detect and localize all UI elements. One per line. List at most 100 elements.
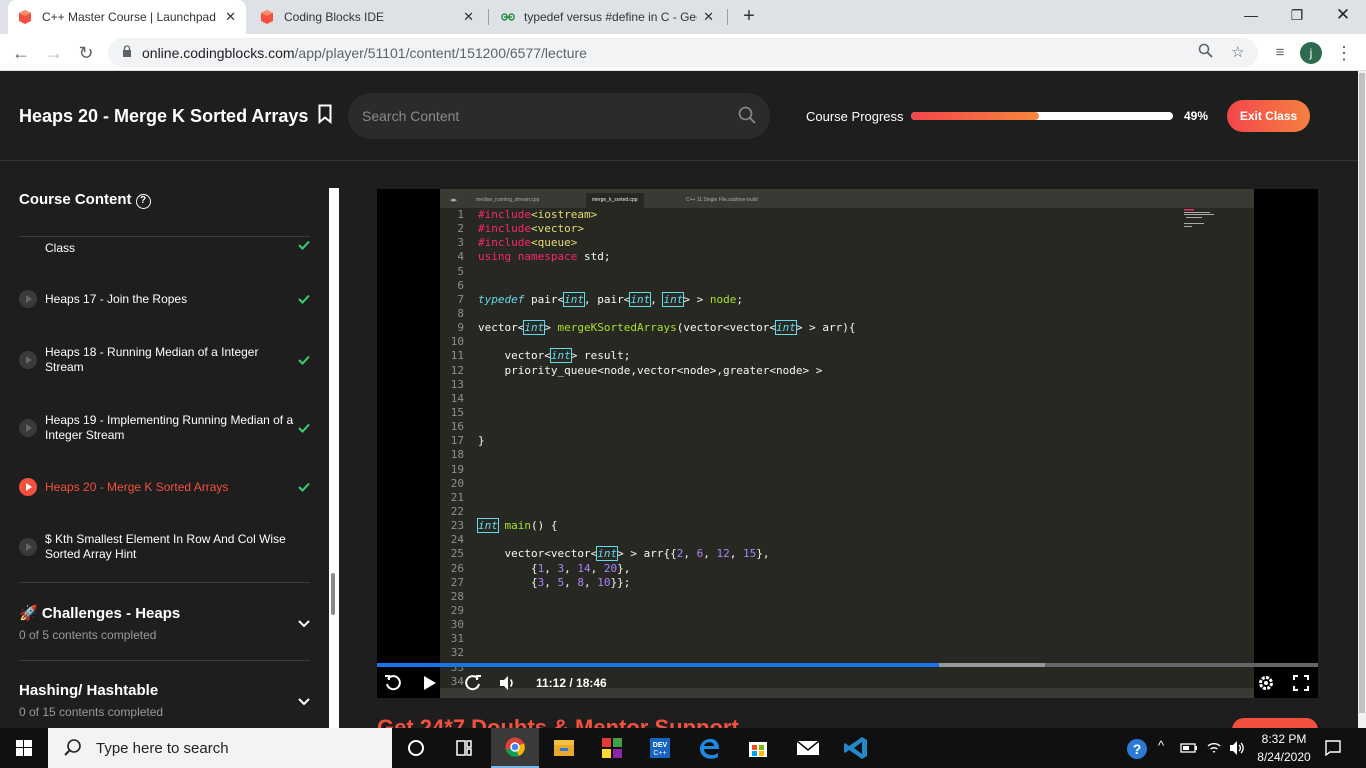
help-tray-icon[interactable]: ? [1126, 738, 1148, 760]
chevron-up-icon[interactable]: ^ [1158, 738, 1164, 753]
maximize-button[interactable]: ❐ [1274, 0, 1320, 30]
code-line: 17} [440, 434, 1254, 448]
exit-class-button[interactable]: Exit Class [1227, 100, 1310, 132]
edge-icon[interactable] [686, 728, 734, 768]
lesson-item[interactable]: $ Kth Smallest Element In Row And Col Wi… [19, 532, 311, 562]
check-icon [298, 240, 310, 250]
lesson-label: Class [45, 240, 76, 255]
line-number: 28 [450, 589, 464, 603]
profile-avatar[interactable]: j [1300, 42, 1322, 64]
clock-time: 8:32 PM [1261, 732, 1307, 746]
menu-dots-icon[interactable]: ⋮ [1332, 41, 1356, 65]
browser-tab-launchpad[interactable]: C++ Master Course | Launchpad ✕ [8, 0, 246, 34]
play-icon [19, 290, 37, 308]
line-number: 16 [450, 420, 464, 434]
minimize-button[interactable]: — [1228, 0, 1274, 30]
browser-tab-gfg[interactable]: typedef versus #define in C - Gee ✕ [490, 0, 724, 34]
volume-tray-icon[interactable] [1228, 740, 1246, 756]
codingblocks-icon [18, 10, 32, 24]
line-number: 15 [450, 405, 464, 419]
reload-icon[interactable]: ↻ [74, 41, 98, 65]
bookmark-star-icon[interactable]: ☆ [1231, 43, 1244, 61]
chevron-down-icon[interactable] [297, 616, 311, 630]
section-hashing[interactable]: Hashing/ Hashtable 0 of 15 contents comp… [19, 682, 311, 722]
file-explorer-icon[interactable] [540, 728, 588, 768]
back-arrow-icon[interactable]: ← [9, 41, 33, 65]
cortana-icon[interactable] [392, 728, 440, 768]
code-line: 25 vector<vector<int> > arr{{2, 6, 12, 1… [440, 546, 1254, 562]
lesson-item[interactable]: Class [19, 234, 311, 256]
code-line: 13 [440, 378, 1254, 392]
line-number: 17 [450, 434, 464, 448]
address-bar[interactable]: online.codingblocks.com/app/player/51101… [108, 38, 1258, 67]
line-number: 6 [457, 278, 464, 292]
lesson-item-active[interactable]: Heaps 20 - Merge K Sorted Arrays [19, 477, 311, 497]
code-text: } [478, 434, 485, 448]
chrome-icon[interactable] [491, 728, 539, 768]
code-line: 28 [440, 590, 1254, 604]
browser-tab-ide[interactable]: Coding Blocks IDE ✕ [250, 0, 484, 34]
line-number: 2 [457, 222, 464, 236]
help-icon[interactable]: ? [135, 194, 151, 209]
notifications-icon[interactable] [1324, 739, 1342, 757]
scrollbar-thumb[interactable] [331, 573, 335, 615]
forward-arrow-icon[interactable]: → [42, 41, 66, 65]
zoom-icon[interactable] [1198, 43, 1213, 62]
line-number: 23 [450, 519, 464, 533]
vscode-icon[interactable] [832, 728, 880, 768]
play-icon [19, 351, 37, 369]
page-scrollbar[interactable] [1358, 71, 1366, 728]
check-icon [298, 294, 310, 304]
wifi-icon[interactable] [1206, 740, 1222, 756]
section-challenges-heaps[interactable]: 🚀 Challenges - Heaps 0 of 5 contents com… [19, 604, 311, 644]
code-line: 14 [440, 392, 1254, 406]
volume-icon[interactable] [497, 673, 517, 693]
close-icon[interactable]: ✕ [703, 9, 714, 25]
bookmark-icon[interactable] [318, 104, 332, 125]
new-tab-button[interactable]: + [738, 5, 760, 27]
system-clock[interactable]: 8:32 PM 8/24/2020 [1248, 730, 1320, 766]
line-number: 25 [450, 547, 464, 561]
lesson-item[interactable]: Heaps 17 - Join the Ropes [19, 289, 311, 309]
code-line: 2 #include<vector> [440, 222, 1254, 236]
code-line: 15 [440, 406, 1254, 420]
video-time: 11:12 / 18:46 [536, 676, 607, 690]
window-close-button[interactable]: ✕ [1320, 0, 1366, 30]
play-icon[interactable] [419, 673, 439, 693]
reading-list-icon[interactable]: ≡ [1268, 41, 1292, 65]
battery-icon[interactable] [1180, 741, 1198, 755]
close-icon[interactable]: ✕ [463, 9, 474, 25]
course-progress-fill [911, 112, 1040, 120]
svg-text:C++: C++ [653, 750, 666, 757]
code-line: 18 [440, 448, 1254, 462]
forward-icon[interactable] [463, 673, 483, 693]
app-grid-icon[interactable] [588, 728, 636, 768]
code-text: int main() { [477, 518, 558, 534]
scrollbar-thumb[interactable] [1359, 73, 1365, 713]
lesson-item[interactable]: Heaps 19 - Implementing Running Median o… [19, 413, 311, 443]
fullscreen-icon[interactable] [1291, 673, 1311, 693]
close-icon[interactable]: ✕ [225, 9, 236, 25]
replay-icon[interactable] [383, 673, 403, 693]
video-seek-bar[interactable] [377, 663, 1318, 667]
section-progress: 0 of 5 contents completed [19, 628, 157, 642]
lesson-label: $ Kth Smallest Element In Row And Col Wi… [45, 532, 286, 561]
section-title: Hashing/ Hashtable [19, 682, 159, 699]
video-player[interactable]: ◂▸ median_running_stream.cpp merge_k_sor… [377, 189, 1318, 698]
search-input[interactable] [362, 106, 722, 126]
taskbar-search[interactable]: Type here to search [48, 728, 392, 768]
code-listing: 1 #include<iostream> 2 #include<vector> 3 #in… [440, 208, 1254, 689]
task-view-icon[interactable] [440, 728, 488, 768]
chevron-down-icon[interactable] [297, 694, 311, 708]
sidebar-scrollbar[interactable] [329, 188, 339, 728]
windows-start-icon[interactable] [0, 728, 48, 768]
video-played [377, 663, 939, 667]
store-icon[interactable] [734, 728, 782, 768]
settings-gear-icon[interactable] [1256, 673, 1276, 693]
search-icon[interactable] [738, 106, 756, 124]
devcpp-icon[interactable]: DEVC++ [636, 728, 684, 768]
lesson-item[interactable]: Heaps 18 - Running Median of a Integer S… [19, 345, 311, 375]
progress-label: Course Progress [806, 109, 904, 124]
mail-icon[interactable] [784, 728, 832, 768]
code-line: 11 vector<int> result; [440, 348, 1254, 364]
